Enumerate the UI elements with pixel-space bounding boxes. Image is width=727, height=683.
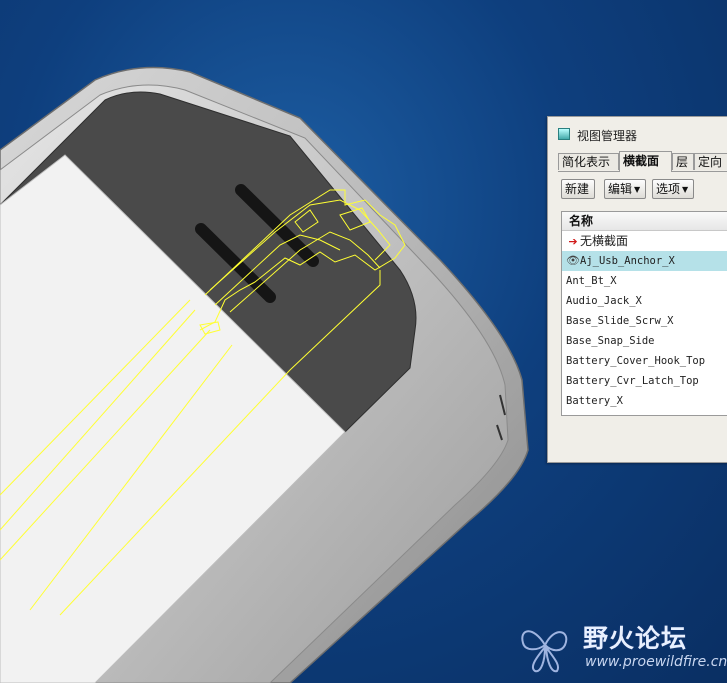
list-item[interactable]: Battery_Cvr_Latch_Top [562,371,727,391]
list-item[interactable]: Battery_X [562,391,727,411]
list-item[interactable]: 👁Aj_Usb_Anchor_X [562,251,727,271]
list-item[interactable]: Audio_Jack_X [562,291,727,311]
list-item[interactable]: ➔ 无横截面 [562,231,727,251]
list-item-label: Battery_Cover_Hook_Top [566,355,706,367]
view-manager-tabs: 简化表示 横截面 层 定向 [558,151,727,172]
list-item-label: Battery_X [566,395,623,407]
list-item[interactable]: Base_Snap_Side [562,331,727,351]
new-button[interactable]: 新建 [561,179,595,199]
watermark-url: www.proewildfire.cn [585,654,727,670]
view-manager-toolbar: 新建 编辑 ▼ 选项 ▼ [561,179,727,201]
new-button-label: 新建 [565,182,590,196]
list-header-name[interactable]: 名称 [562,212,727,231]
tab-simplified-rep[interactable]: 简化表示 [558,153,619,170]
view-manager-title: 视图管理器 [577,129,638,143]
list-item-label: Base_Slide_Scrw_X [566,315,674,327]
view-manager-icon [558,128,570,140]
eye-icon: 👁 [566,254,580,267]
edit-dropdown[interactable]: 编辑 ▼ [604,179,646,199]
tab-cross-section[interactable]: 横截面 [619,151,672,172]
options-dropdown-label: 选项 [656,182,681,196]
chevron-down-icon: ▼ [682,185,689,194]
phone-model [0,66,529,683]
chevron-down-icon: ▼ [634,185,641,194]
list-item-label: Audio_Jack_X [566,295,642,307]
list-item[interactable]: Battery_Cover_Hook_Top [562,351,727,371]
view-manager-titlebar[interactable]: 视图管理器 [548,117,727,151]
tab-layers[interactable]: 层 [672,153,694,170]
forum-watermark: 野火论坛 www.proewildfire.cn [515,615,727,683]
list-item-label: Aj_Usb_Anchor_X [580,255,675,267]
list-item-label: Base_Snap_Side [566,335,655,347]
cross-section-list: 名称 ➔ 无横截面 👁Aj_Usb_Anchor_X Ant_Bt_X Audio… [561,211,727,416]
list-item[interactable]: Base_Slide_Scrw_X [562,311,727,331]
list-item[interactable]: Ant_Bt_X [562,271,727,291]
list-item-label: 无横截面 [580,234,629,248]
tab-orient[interactable]: 定向 [694,153,727,170]
list-item-label: Ant_Bt_X [566,275,617,287]
watermark-title: 野火论坛 [583,624,688,653]
edit-dropdown-label: 编辑 [608,182,633,196]
list-item-label: Battery_Cvr_Latch_Top [566,375,699,387]
options-dropdown[interactable]: 选项 ▼ [652,179,694,199]
watermark-logo-icon [521,630,568,673]
view-manager-panel: 视图管理器 简化表示 横截面 层 定向 新建 编辑 ▼ 选项 ▼ 名称 ➔ 无横截面 … [547,116,727,463]
red-arrow-icon: ➔ [568,235,578,248]
